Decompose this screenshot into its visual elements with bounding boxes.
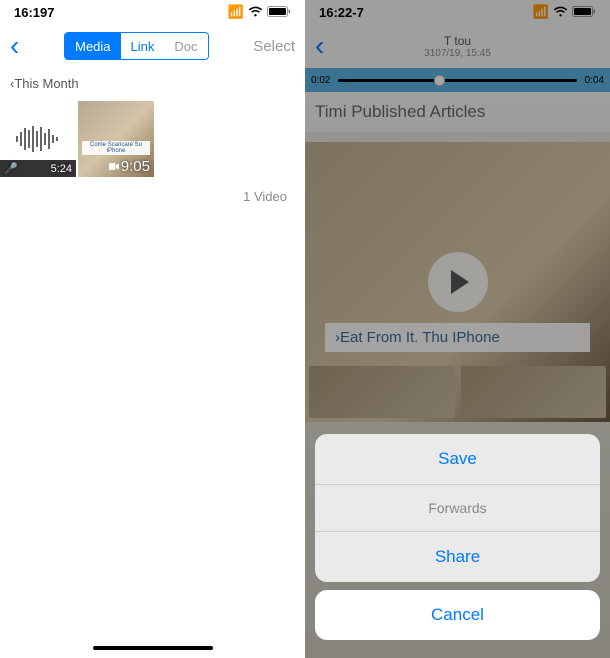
video-camera-icon [109, 161, 119, 173]
phone-left-media-gallery: 16:197 📶 ‹ Media Link Doc Select ‹This M… [0, 0, 305, 658]
nav-bar: ‹ Media Link Doc Select [0, 24, 305, 68]
back-button[interactable]: ‹ [10, 30, 19, 62]
audio-duration: 5:24 [51, 163, 72, 175]
section-header: ‹This Month [0, 68, 305, 99]
action-forward[interactable]: Forwards [315, 485, 600, 532]
action-cancel[interactable]: Cancel [315, 590, 600, 640]
segmented-control: Media Link Doc [64, 32, 208, 60]
media-item-video[interactable]: Come Scaricare Su iPhone 9:05 [78, 101, 154, 177]
signal-icon: 📶 [228, 4, 244, 20]
media-grid: 🎤 5:24 Come Scaricare Su iPhone 9:05 [0, 99, 305, 179]
media-count-label: 1 Video [0, 179, 305, 214]
action-save[interactable]: Save [315, 434, 600, 485]
action-share[interactable]: Share [315, 532, 600, 582]
waveform-icon [13, 124, 63, 154]
wifi-icon [248, 5, 263, 20]
home-indicator[interactable] [93, 646, 213, 650]
action-sheet: Save Forwards Share Cancel [315, 434, 600, 640]
thumb-caption: Come Scaricare Su iPhone [82, 141, 150, 155]
status-time: 16:197 [14, 5, 54, 20]
tab-docs[interactable]: Doc [164, 33, 207, 59]
status-indicators: 📶 [228, 4, 291, 20]
mic-icon: 🎤 [4, 162, 18, 175]
phone-right-video-viewer: 16:22-7 📶 ‹ T tou 3107/19, 15:45 0:02 0:… [305, 0, 610, 658]
video-duration: 9:05 [121, 158, 150, 175]
tab-link[interactable]: Link [121, 33, 165, 59]
media-item-audio[interactable]: 🎤 5:24 [0, 101, 76, 177]
status-bar: 16:197 📶 [0, 0, 305, 24]
tab-media[interactable]: Media [65, 33, 120, 59]
battery-icon [267, 5, 291, 20]
action-group: Save Forwards Share [315, 434, 600, 582]
select-button[interactable]: Select [253, 38, 295, 55]
